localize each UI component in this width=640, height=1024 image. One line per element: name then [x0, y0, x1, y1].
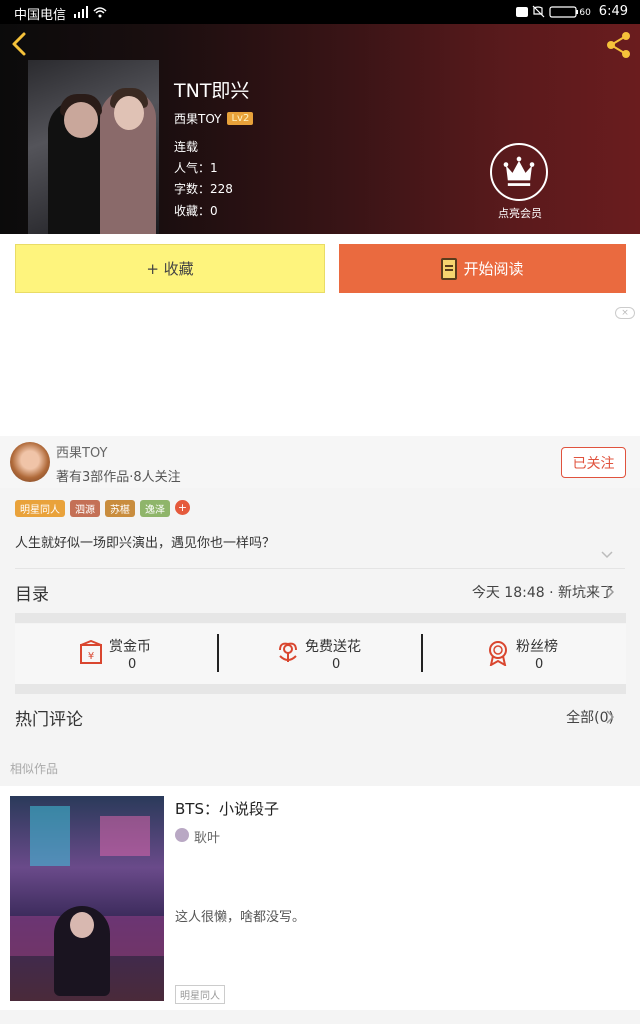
- signal-wifi-icon: [74, 6, 107, 18]
- reward-coin-stat[interactable]: ¥ 赏金币 0: [15, 624, 218, 684]
- add-tag-button[interactable]: +: [175, 500, 190, 515]
- flower-stat[interactable]: 免费送花 0: [219, 624, 422, 684]
- tag-item[interactable]: 苏椹: [105, 500, 135, 517]
- tag-item[interactable]: 逸泽: [140, 500, 170, 517]
- similar-work-cover[interactable]: [10, 796, 164, 1001]
- start-reading-label: 开始阅读: [463, 260, 524, 278]
- ad-banner: [0, 302, 640, 436]
- book-author-line[interactable]: 西果TOY Lv2: [174, 110, 254, 127]
- favorite-button[interactable]: + 收藏: [15, 244, 325, 293]
- reward-coin-icon: ¥: [80, 640, 102, 664]
- similar-work-desc: 这人很懒，啥都没写。: [175, 910, 306, 925]
- flower-label: 免费送花: [305, 639, 361, 655]
- bottom-spacer: [0, 1010, 640, 1024]
- tag-item[interactable]: 泗源: [70, 500, 100, 517]
- vip-crown-icon[interactable]: [490, 143, 548, 201]
- flower-icon: [279, 642, 297, 662]
- flower-value: 0: [332, 657, 341, 672]
- book-intro: 人生就好似一场即兴演出，遇见你也一样吗？: [15, 536, 276, 551]
- share-button[interactable]: [604, 30, 634, 60]
- fan-rank-value: 0: [535, 657, 544, 672]
- popularity: 人气：1: [174, 161, 218, 175]
- book-icon: [441, 257, 458, 280]
- fan-rank-label: 粉丝榜: [516, 639, 558, 655]
- similar-work-tag[interactable]: 明星同人: [175, 985, 225, 1004]
- book-title: TNT即兴: [174, 80, 250, 102]
- chevron-right-icon[interactable]: [606, 710, 614, 724]
- reward-coin-value: 0: [128, 657, 137, 672]
- chevron-right-icon[interactable]: [606, 585, 614, 599]
- author-name[interactable]: 西果TOY: [56, 442, 107, 461]
- clock: 6:49: [598, 4, 628, 19]
- carrier-label: 中国电信: [14, 8, 67, 23]
- word-count: 字数：228: [174, 182, 233, 196]
- ad-close-button[interactable]: ×: [615, 307, 635, 319]
- action-bar: + 收藏 开始阅读: [0, 234, 640, 302]
- toc-title[interactable]: 目录: [15, 580, 49, 605]
- level-badge: Lv2: [227, 112, 254, 125]
- author-meta: 著有3部作品·8人关注: [56, 470, 181, 485]
- expand-chevron-icon[interactable]: [600, 550, 614, 560]
- similar-works-title: 相似作品: [10, 762, 59, 776]
- book-cover-image[interactable]: [28, 60, 159, 234]
- status-icons: [516, 5, 578, 18]
- battery-level: 60: [579, 8, 591, 18]
- support-stats: ¥ 赏金币 0 免费送花 0 粉丝榜 0: [15, 624, 626, 684]
- similar-work-title[interactable]: BTS：小说段子: [175, 798, 279, 819]
- follow-button[interactable]: 已关注: [561, 447, 626, 478]
- back-button[interactable]: [8, 30, 32, 58]
- section-separator: [15, 684, 626, 694]
- svg-text:¥: ¥: [88, 651, 94, 662]
- divider: [15, 568, 625, 569]
- serial-status: 连载: [174, 140, 199, 154]
- book-author[interactable]: 西果TOY: [174, 110, 221, 127]
- reward-coin-label: 赏金币: [109, 639, 151, 655]
- author-avatar[interactable]: [10, 442, 50, 482]
- book-header: 中国电信 60 6:49 TNT即兴 西果TOY Lv2 连载 人气：1 字数：…: [0, 0, 640, 234]
- tag-item[interactable]: 明星同人: [15, 500, 65, 517]
- status-bar: 中国电信 60 6:49: [0, 0, 640, 24]
- toc-latest-update[interactable]: 今天 18:48 · 新坑来了: [472, 582, 614, 602]
- similar-work-author[interactable]: 耿叶: [194, 827, 220, 846]
- section-separator: [15, 613, 626, 623]
- similar-author-avatar: [175, 828, 189, 842]
- status-time: 60 6:49: [579, 4, 628, 19]
- hot-comments-title: 热门评论: [15, 710, 83, 730]
- start-reading-button[interactable]: 开始阅读: [339, 244, 626, 293]
- tag-list: 明星同人 泗源 苏椹 逸泽 +: [15, 500, 190, 517]
- fan-rank-stat[interactable]: 粉丝榜 0: [423, 624, 626, 684]
- favorites-count: 收藏：0: [174, 204, 218, 218]
- medal-icon: [489, 641, 507, 666]
- vip-label[interactable]: 点亮会员: [491, 205, 549, 221]
